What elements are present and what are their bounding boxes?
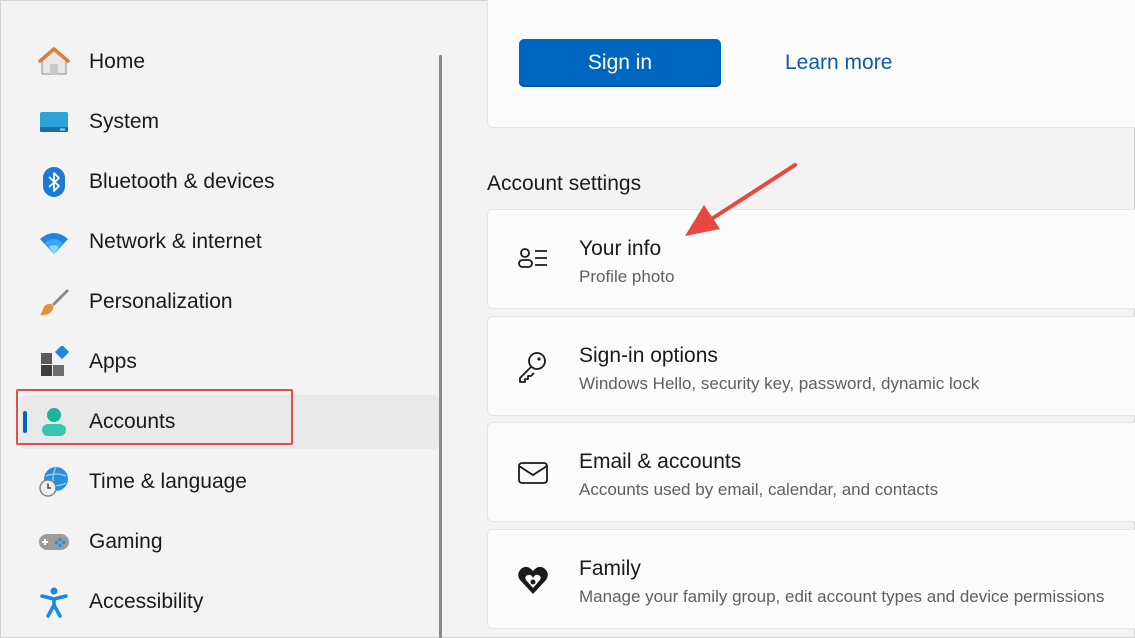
annotation-highlight-box xyxy=(16,389,293,445)
sign-in-button[interactable]: Sign in xyxy=(519,39,721,87)
card-title: Your info xyxy=(579,237,662,260)
family-heart-icon xyxy=(518,566,548,594)
accessibility-icon xyxy=(40,587,68,618)
sidebar-item-label: Time & language xyxy=(89,470,247,493)
apps-icon xyxy=(41,346,70,376)
sidebar-item-label: Accessibility xyxy=(89,590,204,613)
time-language-icon xyxy=(39,466,68,497)
system-icon xyxy=(40,112,68,132)
email-accounts-card[interactable]: Email & accounts Accounts used by email,… xyxy=(487,422,1135,522)
your-info-card[interactable]: Your info Profile photo xyxy=(487,209,1135,309)
mail-icon xyxy=(518,462,548,484)
sidebar-item-bluetooth[interactable]: Bluetooth & devices xyxy=(20,155,440,209)
sidebar-item-label: Bluetooth & devices xyxy=(89,170,275,193)
sidebar-item-label: System xyxy=(89,110,160,133)
sidebar-item-system[interactable]: System xyxy=(20,95,440,149)
card-subtitle: Profile photo xyxy=(579,267,675,286)
family-card[interactable]: Family Manage your family group, edit ac… xyxy=(487,529,1135,629)
section-title: Account settings xyxy=(487,172,642,195)
sidebar-item-apps[interactable]: Apps xyxy=(20,335,440,389)
person-list-icon xyxy=(518,248,547,268)
brush-icon xyxy=(40,289,69,316)
card-subtitle: Manage your family group, edit account t… xyxy=(579,587,1105,606)
sign-in-options-card[interactable]: Sign-in options Windows Hello, security … xyxy=(487,316,1135,416)
sidebar-item-home[interactable]: Home xyxy=(20,35,440,89)
card-title: Sign-in options xyxy=(579,344,718,367)
sidebar-item-time-language[interactable]: Time & language xyxy=(20,455,440,509)
sidebar-item-label: Network & internet xyxy=(89,230,262,253)
sidebar-item-label: Home xyxy=(89,50,146,73)
home-icon xyxy=(38,47,70,75)
sidebar-item-gaming[interactable]: Gaming xyxy=(20,515,440,569)
sidebar-item-label: Apps xyxy=(89,350,137,373)
key-icon xyxy=(519,352,546,383)
sidebar-scrollbar[interactable] xyxy=(439,55,442,638)
learn-more-link[interactable]: Learn more xyxy=(785,51,892,75)
card-title: Email & accounts xyxy=(579,450,742,473)
sidebar-item-label: Gaming xyxy=(89,530,163,553)
wifi-icon xyxy=(40,233,68,254)
sidebar-item-label: Personalization xyxy=(89,290,233,313)
card-title: Family xyxy=(579,557,641,580)
bluetooth-icon xyxy=(43,167,65,197)
sidebar-item-personalization[interactable]: Personalization xyxy=(20,275,440,329)
sidebar-item-accessibility[interactable]: Accessibility xyxy=(20,575,440,629)
card-subtitle: Windows Hello, security key, password, d… xyxy=(579,374,980,393)
sidebar-item-network[interactable]: Network & internet xyxy=(20,215,440,269)
gamepad-icon xyxy=(39,534,69,550)
card-subtitle: Accounts used by email, calendar, and co… xyxy=(579,480,939,499)
